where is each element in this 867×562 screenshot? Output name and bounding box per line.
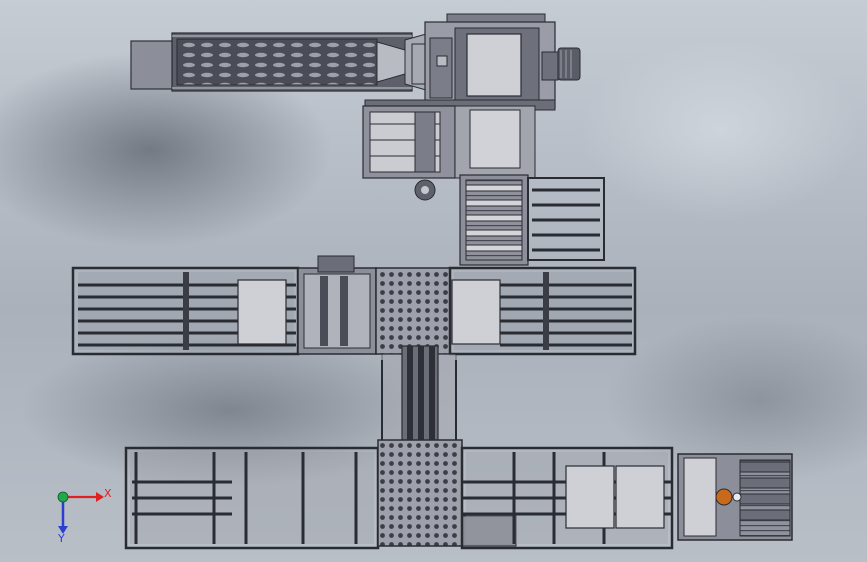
middle-center-transfer[interactable] [297,255,451,355]
middle-right-conveyor[interactable] [448,266,637,356]
coordinate-triad: X Y [57,487,112,545]
bottom-right-conveyor[interactable] [460,446,674,550]
vertical-link-conveyor[interactable] [381,345,457,453]
outfeed-drive-unit[interactable] [677,453,793,541]
middle-left-conveyor[interactable] [71,266,300,356]
infeed-hopper[interactable] [130,29,441,95]
upper-cross-conveyor[interactable] [459,174,605,266]
y-axis-label: Y [57,532,65,545]
x-axis-label: X [104,487,112,500]
bottom-left-conveyor[interactable] [124,446,380,550]
machine-layout-drawing[interactable]: X Y [0,0,867,562]
cad-viewport[interactable]: X Y [0,0,867,562]
